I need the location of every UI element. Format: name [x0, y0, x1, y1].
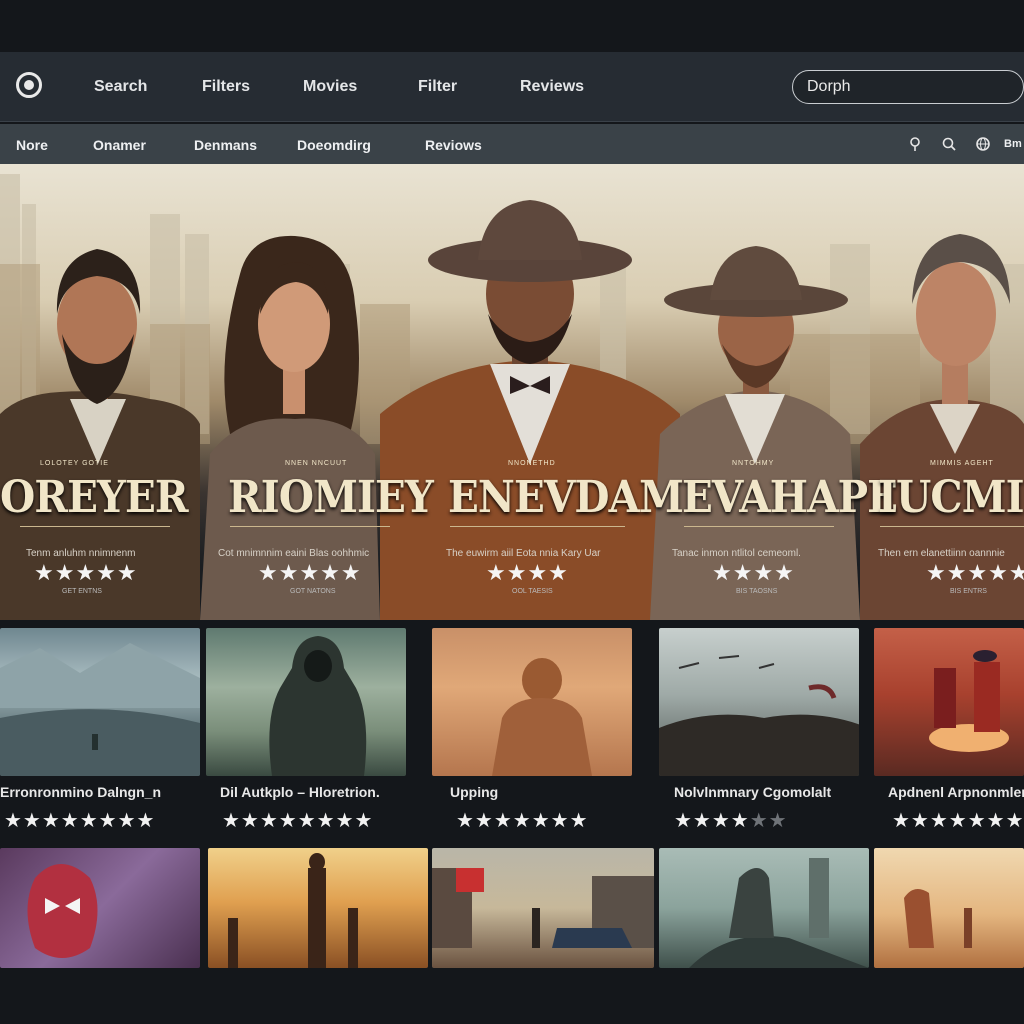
category-tab-3[interactable]: Denmans [194, 137, 257, 153]
card-10-art [904, 889, 972, 948]
poster-rating-5: ★★★★★ [926, 560, 1024, 585]
poster-divider-5 [880, 526, 1024, 527]
movie-card-7[interactable] [208, 848, 428, 968]
poster-subtext-5: BIS ENTRS [950, 588, 987, 595]
card-5-art [929, 650, 1009, 752]
card-9-art [689, 858, 869, 968]
card-2-rating: ★★★★★★★★ [222, 810, 374, 832]
nav-movies[interactable]: Movies [303, 78, 357, 96]
movie-card-10[interactable] [874, 848, 1024, 968]
account-label[interactable]: Bm [1004, 138, 1022, 150]
poster-kicker-3: NNONETHD [508, 460, 556, 467]
category-tab-5[interactable]: Reviows [425, 137, 482, 153]
poster-divider-2 [230, 526, 390, 527]
poster-title-5[interactable]: IUCMIFT [878, 472, 1024, 523]
poster-subtext-4: BIS TAOSNS [736, 588, 778, 595]
poster-rating-3: ★★★★ [486, 560, 569, 585]
poster-tagline-5: Then ern elanettiinn oannnie [878, 548, 1005, 559]
card-7-art [228, 853, 358, 968]
globe-icon[interactable] [975, 136, 991, 152]
movie-card-9[interactable] [659, 848, 869, 968]
category-bar: Nore Onamer Denmans Doeomdirg Reviows Bm [0, 124, 1024, 164]
card-5-title[interactable]: Apdnenl Arpnonmlenno [888, 784, 1024, 800]
poster-kicker-4: NNTOHMY [732, 460, 775, 467]
movie-card-1[interactable] [0, 628, 200, 776]
category-tab-2[interactable]: Onamer [93, 137, 146, 153]
poster-kicker-5: MIMMIS AGEHT [930, 460, 994, 467]
card-6-art [27, 864, 98, 958]
card-4-rating-empty: ★★ [749, 810, 788, 832]
search-icon[interactable] [941, 136, 957, 152]
app-logo-icon[interactable] [16, 72, 42, 98]
nav-reviews[interactable]: Reviews [520, 78, 584, 96]
poster-kicker-1: LOLOTEY GOTIE [40, 460, 109, 467]
card-4-rating: ★★★★★★ [674, 808, 788, 833]
poster-tagline-3: The euwirm aiil Eota nnia Kary Uar [446, 548, 601, 559]
card-4-title[interactable]: Nolvlnmnary Cgomolalt [674, 784, 831, 800]
poster-tagline-4: Tanac inmon ntlitol cemeoml. [672, 548, 801, 559]
movie-card-3[interactable] [432, 628, 632, 776]
featured-movies-banner: LOLOTEY GOTIE OREYER Tenm anluhm nnimnen… [0, 164, 1024, 620]
movie-card-2[interactable] [206, 628, 406, 776]
card-2-art [269, 636, 367, 776]
movie-card-5[interactable] [874, 628, 1024, 776]
nav-search[interactable]: Search [94, 78, 147, 96]
card-1-title[interactable]: Erronronmino Dalngn_n [0, 784, 161, 800]
nav-filters[interactable]: Filters [202, 78, 250, 96]
top-navigation-bar: Search Filters Movies Filter Reviews [0, 52, 1024, 122]
card-5-rating: ★★★★★★★ [892, 810, 1024, 832]
poster-tagline-1: Tenm anluhm nnimnenm [26, 548, 136, 559]
poster-divider-4 [684, 526, 834, 527]
poster-title-4[interactable]: EVAHAPE [682, 472, 898, 523]
poster-title-3[interactable]: ENEVDAM [448, 472, 684, 523]
movie-card-8[interactable] [432, 848, 654, 968]
search-input[interactable] [792, 70, 1024, 104]
poster-divider-3 [450, 526, 625, 527]
poster-kicker-2: NNEN NNCUUT [285, 460, 348, 467]
card-1-rating: ★★★★★★★★ [4, 810, 156, 832]
movie-card-4[interactable] [659, 628, 859, 776]
poster-subtext-3: OOL TAESIS [512, 588, 553, 595]
card-1-art [0, 643, 200, 776]
poster-rating-2: ★★★★★ [258, 560, 362, 585]
poster-title-1[interactable]: OREYER [0, 472, 189, 523]
poster-subtext-2: GOT NATONS [290, 588, 336, 595]
card-8-art [432, 868, 654, 948]
card-2-title[interactable]: Dil Autkplo – Hloretrion. [220, 784, 380, 800]
poster-tagline-2: Cot mnimnnim eaini Blas oohhmic [218, 548, 370, 559]
movie-card-6[interactable] [0, 848, 200, 968]
poster-subtext-1: GET ENTNS [62, 588, 102, 595]
nav-filter[interactable]: Filter [418, 78, 457, 96]
location-pin-icon[interactable] [907, 136, 923, 152]
card-4-rating-filled: ★★★★ [674, 810, 750, 832]
poster-rating-4: ★★★★ [712, 560, 795, 585]
poster-rating-1: ★★★★★ [34, 560, 138, 585]
poster-divider-1 [20, 526, 170, 527]
card-3-title[interactable]: Upping [450, 784, 498, 800]
poster-title-2[interactable]: RIOMIEY [228, 472, 434, 523]
category-tab-1[interactable]: Nore [16, 137, 48, 153]
category-tab-4[interactable]: Doeomdirg [297, 137, 371, 153]
card-4-art [659, 655, 859, 776]
card-3-art [492, 658, 592, 776]
card-3-rating: ★★★★★★★ [456, 810, 589, 832]
